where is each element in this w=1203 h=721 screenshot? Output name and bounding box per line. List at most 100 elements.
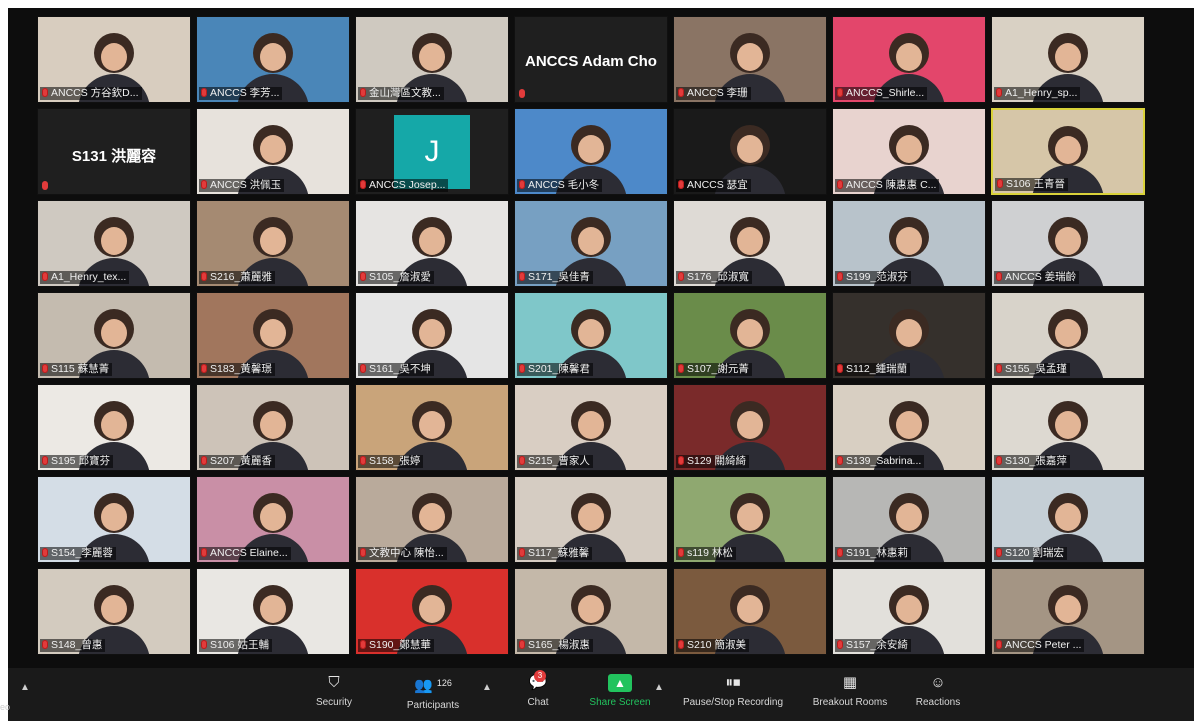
chat-button[interactable]: 💬 3 Chat xyxy=(518,670,558,708)
participant-tile[interactable]: S117_蘇雅馨 xyxy=(514,476,668,563)
participant-tile[interactable]: S139_Sabrina... xyxy=(832,384,986,471)
participant-tile[interactable]: ANCCS Elaine... xyxy=(196,476,350,563)
participant-display-name: ANCCS Adam Cho xyxy=(525,53,657,70)
participant-tile[interactable]: ANCCS Peter ... xyxy=(991,568,1145,655)
participant-face xyxy=(101,227,127,255)
participants-caret-icon[interactable]: ▲ xyxy=(482,682,492,693)
mic-muted-icon xyxy=(997,179,1003,188)
participant-name-label: S210 簡淑美 xyxy=(676,639,749,652)
participant-face xyxy=(737,411,763,439)
participant-name-label: S191_林惠莉 xyxy=(835,547,911,560)
participant-tile[interactable]: 文教中心 陳怡... xyxy=(355,476,509,563)
participant-tile[interactable]: A1_Henry_tex... xyxy=(37,200,191,287)
participant-name-text: S107_謝元菁 xyxy=(687,363,749,375)
participant-tile[interactable]: S154_李麗蓉 xyxy=(37,476,191,563)
participant-tile[interactable]: S207_黃麗香 xyxy=(196,384,350,471)
participant-name-label: S207_黃麗香 xyxy=(199,455,275,468)
participant-name-label: S148_曾惠 xyxy=(40,639,106,652)
participant-tile[interactable]: S190_鄭慧華 xyxy=(355,568,509,655)
participant-tile[interactable]: S176_邱淑寬 xyxy=(673,200,827,287)
share-screen-caret-icon[interactable]: ▲ xyxy=(654,682,664,693)
mic-muted-icon xyxy=(996,272,1002,281)
participant-name-label: s119 林松 xyxy=(676,547,736,560)
participant-face xyxy=(578,595,604,623)
breakout-label: Breakout Rooms xyxy=(812,697,888,708)
participant-tile[interactable]: S105_詹淑愛 xyxy=(355,200,509,287)
video-options-caret-icon[interactable]: ▲ xyxy=(20,682,30,693)
mic-muted-icon xyxy=(360,640,366,649)
participant-tile[interactable]: S115 蘇慧菁 xyxy=(37,292,191,379)
participant-tile[interactable]: S107_謝元菁 xyxy=(673,292,827,379)
participant-tile[interactable]: S215_曹家人 xyxy=(514,384,668,471)
participant-tile[interactable]: ANCCS 姜瑞齡 xyxy=(991,200,1145,287)
participant-name-label: ANCCS 瑟宜 xyxy=(676,179,751,192)
participant-tile[interactable]: S195 邱寶芬 xyxy=(37,384,191,471)
participant-tile[interactable]: ANCCS 方谷欽D... xyxy=(37,16,191,103)
participant-name-label: S106 姑王輔 xyxy=(199,639,272,652)
participant-tile[interactable]: ANCCS 李芳... xyxy=(196,16,350,103)
participant-tile[interactable]: S155_吳孟瑾 xyxy=(991,292,1145,379)
participant-tile[interactable]: S201_陳馨君 xyxy=(514,292,668,379)
participant-name-label: ANCCS 李芳... xyxy=(199,87,283,100)
participant-name-text: S191_林惠莉 xyxy=(846,547,908,559)
participant-tile[interactable]: S183_黃馨璟 xyxy=(196,292,350,379)
participant-face xyxy=(101,503,127,531)
participant-tile[interactable]: ANCCS Adam Cho xyxy=(514,16,668,103)
participant-tile[interactable]: ANCCS 洪佩玉 xyxy=(196,108,350,195)
participant-face xyxy=(737,503,763,531)
pause-stop-recording-button[interactable]: ⏸⏹ Pause/Stop Recording xyxy=(673,674,793,708)
participant-tile[interactable]: S165_楊淑惠 xyxy=(514,568,668,655)
participant-name-label: S117_蘇雅馨 xyxy=(517,547,593,560)
security-button[interactable]: ⛉ Security xyxy=(308,674,360,708)
mic-muted-icon xyxy=(42,548,48,557)
participant-face xyxy=(419,227,445,255)
participant-tile[interactable]: S131 洪麗容 xyxy=(37,108,191,195)
participant-face xyxy=(419,595,445,623)
participant-name-text: S190_鄭慧華 xyxy=(369,639,431,651)
participant-tile[interactable]: S216_蕭麗雅 xyxy=(196,200,350,287)
participant-name-label: S112_鍾瑞蘭 xyxy=(835,363,911,376)
participant-face xyxy=(101,595,127,623)
participant-name-text: S157_余安綺 xyxy=(846,639,908,651)
mic-muted-icon xyxy=(360,456,366,465)
participant-face xyxy=(737,319,763,347)
participant-face xyxy=(896,595,922,623)
participant-tile[interactable]: S120 劉瑞宏 xyxy=(991,476,1145,563)
participant-face xyxy=(737,227,763,255)
participant-tile[interactable]: J ANCCS Josep... xyxy=(355,108,509,195)
share-screen-button[interactable]: ▲ Share Screen xyxy=(584,674,656,708)
breakout-rooms-button[interactable]: ▦ Breakout Rooms xyxy=(805,674,895,708)
participant-tile[interactable]: 金山灣區文教... xyxy=(355,16,509,103)
participant-tile[interactable]: ANCCS_Shirle... xyxy=(832,16,986,103)
participant-tile[interactable]: S106 姑王輔 xyxy=(196,568,350,655)
participant-tile[interactable]: S157_余安綺 xyxy=(832,568,986,655)
participant-face xyxy=(260,411,286,439)
participant-tile[interactable]: ANCCS 陳惠惠 C... xyxy=(832,108,986,195)
participant-face xyxy=(1055,227,1081,255)
participant-tile[interactable]: S210 簡淑美 xyxy=(673,568,827,655)
mic-muted-icon xyxy=(996,456,1002,465)
participant-tile[interactable]: S158_張婷 xyxy=(355,384,509,471)
participant-tile[interactable]: s119 林松 xyxy=(673,476,827,563)
participant-tile[interactable]: S129 關綺綺 xyxy=(673,384,827,471)
participant-tile[interactable]: S106 王青晉 xyxy=(991,108,1145,195)
participant-tile[interactable]: S161_吳不坤 xyxy=(355,292,509,379)
participant-tile[interactable]: A1_Henry_sp... xyxy=(991,16,1145,103)
participant-tile[interactable]: S171_吳佳青 xyxy=(514,200,668,287)
participant-tile[interactable]: ANCCS 毛小冬 xyxy=(514,108,668,195)
participant-name-label: S158_張婷 xyxy=(358,455,424,468)
participants-count: 126 xyxy=(436,678,452,688)
participant-tile[interactable]: S191_林惠莉 xyxy=(832,476,986,563)
participant-name-label: S115 蘇慧菁 xyxy=(40,363,113,376)
participant-tile[interactable]: S199_范淑芬 xyxy=(832,200,986,287)
reactions-button[interactable]: ☺ Reactions xyxy=(908,674,968,708)
participant-tile[interactable]: S112_鍾瑞蘭 xyxy=(832,292,986,379)
participant-tile[interactable]: ANCCS 瑟宜 xyxy=(673,108,827,195)
participant-tile[interactable]: ANCCS 李珊 xyxy=(673,16,827,103)
participants-button[interactable]: 👥 126 Participants xyxy=(398,674,468,711)
participant-tile[interactable]: S130_張嘉萍 xyxy=(991,384,1145,471)
mic-muted-icon xyxy=(519,89,525,98)
participant-tile[interactable]: S148_曾惠 xyxy=(37,568,191,655)
mic-muted-icon xyxy=(42,272,48,281)
share-screen-arrow-icon: ▲ xyxy=(608,674,632,692)
